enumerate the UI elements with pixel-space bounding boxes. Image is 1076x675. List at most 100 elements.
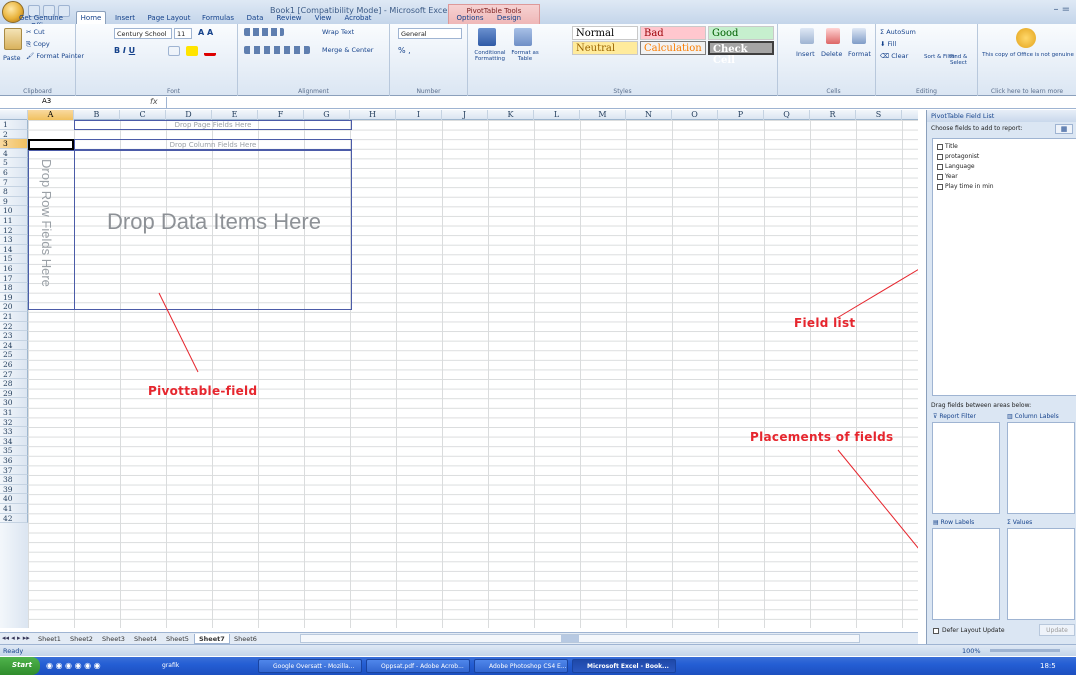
field-title[interactable]: Title [937,143,958,150]
row-header-28[interactable]: 28 [0,379,28,389]
row-header-38[interactable]: 38 [0,475,28,485]
task-mozilla[interactable]: Google Oversatt - Mozilla... [258,659,362,673]
row-header-13[interactable]: 13 [0,235,28,245]
insert-button[interactable]: Insert [796,50,815,58]
row-header-37[interactable]: 37 [0,465,28,476]
field-year[interactable]: Year [937,173,958,180]
row-header-33[interactable]: 33 [0,427,28,437]
column-header-e[interactable]: E [212,110,258,120]
row-header-17[interactable]: 17 [0,273,28,284]
genuine-notice[interactable]: This copy of Office is not genuine [982,52,1074,58]
sheet-tab-sheet6[interactable]: Sheet6 [230,634,261,644]
zoom-level[interactable]: 100% [962,647,981,655]
defer-layout-update[interactable]: Defer Layout Update [933,627,1005,634]
horizontal-scrollbar[interactable] [300,634,860,643]
clear-button[interactable]: ⌫ Clear [880,52,908,60]
row-header-23[interactable]: 23 [0,331,28,341]
checkbox-icon[interactable] [933,627,939,634]
delete-cells-icon[interactable] [826,28,840,44]
insert-cells-icon[interactable] [800,28,814,44]
grow-font-button[interactable]: A A [198,28,213,37]
cells-area[interactable]: Drop Page Fields Here Drop Column Fields… [28,120,918,628]
row-header-31[interactable]: 31 [0,408,28,418]
field-language[interactable]: Language [937,163,975,170]
row-header-21[interactable]: 21 [0,312,28,322]
format-button[interactable]: Format [848,50,871,58]
column-header-h[interactable]: H [350,110,396,120]
layout-options-icon[interactable]: ▦ [1055,124,1073,134]
percent-comma-buttons[interactable]: % , [398,46,411,55]
row-header-3[interactable]: 3 [0,139,28,149]
row-header-5[interactable]: 5 [0,158,28,168]
row-header-26[interactable]: 26 [0,360,28,370]
column-header-r[interactable]: R [810,110,856,120]
column-header-g[interactable]: G [304,110,350,120]
row-header-24[interactable]: 24 [0,340,28,351]
format-as-table-icon[interactable] [514,28,532,46]
column-header-j[interactable]: J [442,110,488,120]
row-header-41[interactable]: 41 [0,504,28,514]
worksheet-grid[interactable]: ABCDEFGHIJKLMNOPQRS 1 2 3 4 5 6 7 8 9 10 11 12 13 14 1… [0,110,918,628]
number-format-select[interactable]: General [398,28,462,39]
tab-view[interactable]: View [310,12,336,24]
row-header-1[interactable]: 1 [0,120,28,130]
bold-button[interactable]: B I U [114,46,135,55]
conditional-formatting-icon[interactable] [478,28,496,46]
tab-formulas[interactable]: Formulas [198,12,238,24]
column-header-b[interactable]: B [74,110,120,120]
style-calculation[interactable]: Calculation [640,41,706,55]
scrollbar-thumb[interactable] [561,635,579,642]
row-header-2[interactable]: 2 [0,129,28,140]
row-header-14[interactable]: 14 [0,244,28,255]
format-cells-icon[interactable] [852,28,866,44]
cut-button[interactable]: ✂ Cut [26,28,45,36]
column-header-i[interactable]: I [396,110,442,120]
row-header-34[interactable]: 34 [0,436,28,447]
name-box[interactable]: A3 [30,97,100,108]
format-as-table-button[interactable]: Format as Table [510,50,540,62]
genuine-star-icon[interactable] [1016,28,1036,48]
row-header-10[interactable]: 10 [0,206,28,216]
autosum-button[interactable]: Σ AutoSum [880,28,916,36]
style-check-cell[interactable]: Check Cell [708,41,774,66]
quick-launch-icons[interactable]: ◉ ◉ ◉ ◉ ◉ ◉ [46,661,101,670]
row-header-40[interactable]: 40 [0,494,28,504]
row-header-36[interactable]: 36 [0,456,28,466]
row-header-8[interactable]: 8 [0,187,28,197]
row-header-4[interactable]: 4 [0,148,28,159]
checkbox-icon[interactable] [937,143,943,150]
fx-icon[interactable]: fx [150,97,158,106]
row-header-6[interactable]: 6 [0,168,28,178]
row-header-7[interactable]: 7 [0,177,28,188]
row-header-22[interactable]: 22 [0,321,28,332]
report-filter-area[interactable] [932,422,1000,514]
sheet-tab-sheet4[interactable]: Sheet4 [130,634,161,644]
sheet-tab-sheet3[interactable]: Sheet3 [98,634,129,644]
field-play-time[interactable]: Play time in min [937,183,994,190]
task-acrobat[interactable]: Oppsat.pdf - Adobe Acrob... [366,659,470,673]
row-header-32[interactable]: 32 [0,417,28,428]
font-size-select[interactable]: 11 [174,28,192,39]
task-grafik[interactable]: grafik [148,659,234,673]
align-top-icons[interactable] [244,28,284,36]
tab-review[interactable]: Review [272,12,306,24]
column-header-l[interactable]: L [534,110,580,120]
merge-center-button[interactable]: Merge & Center [322,46,373,54]
style-neutral[interactable]: Neutral [572,41,638,55]
column-header-s[interactable]: S [856,110,902,120]
fill-color-icon[interactable] [186,46,198,56]
style-good[interactable]: Good [708,26,774,40]
fill-button[interactable]: ⬇ Fill [880,40,896,48]
align-horizontal-icons[interactable] [244,46,310,54]
values-area[interactable] [1007,528,1075,620]
row-labels-area[interactable] [932,528,1000,620]
column-header-o[interactable]: O [672,110,718,120]
row-header-25[interactable]: 25 [0,350,28,360]
start-button[interactable]: Start [0,657,40,675]
column-header-k[interactable]: K [488,110,534,120]
sheet-tab-sheet5[interactable]: Sheet5 [162,634,193,644]
tab-page-layout[interactable]: Page Layout [144,12,194,24]
find-select-button[interactable]: Find & Select [950,54,976,66]
zoom-slider[interactable] [990,649,1060,652]
copy-button[interactable]: ⎘ Copy [26,40,50,49]
